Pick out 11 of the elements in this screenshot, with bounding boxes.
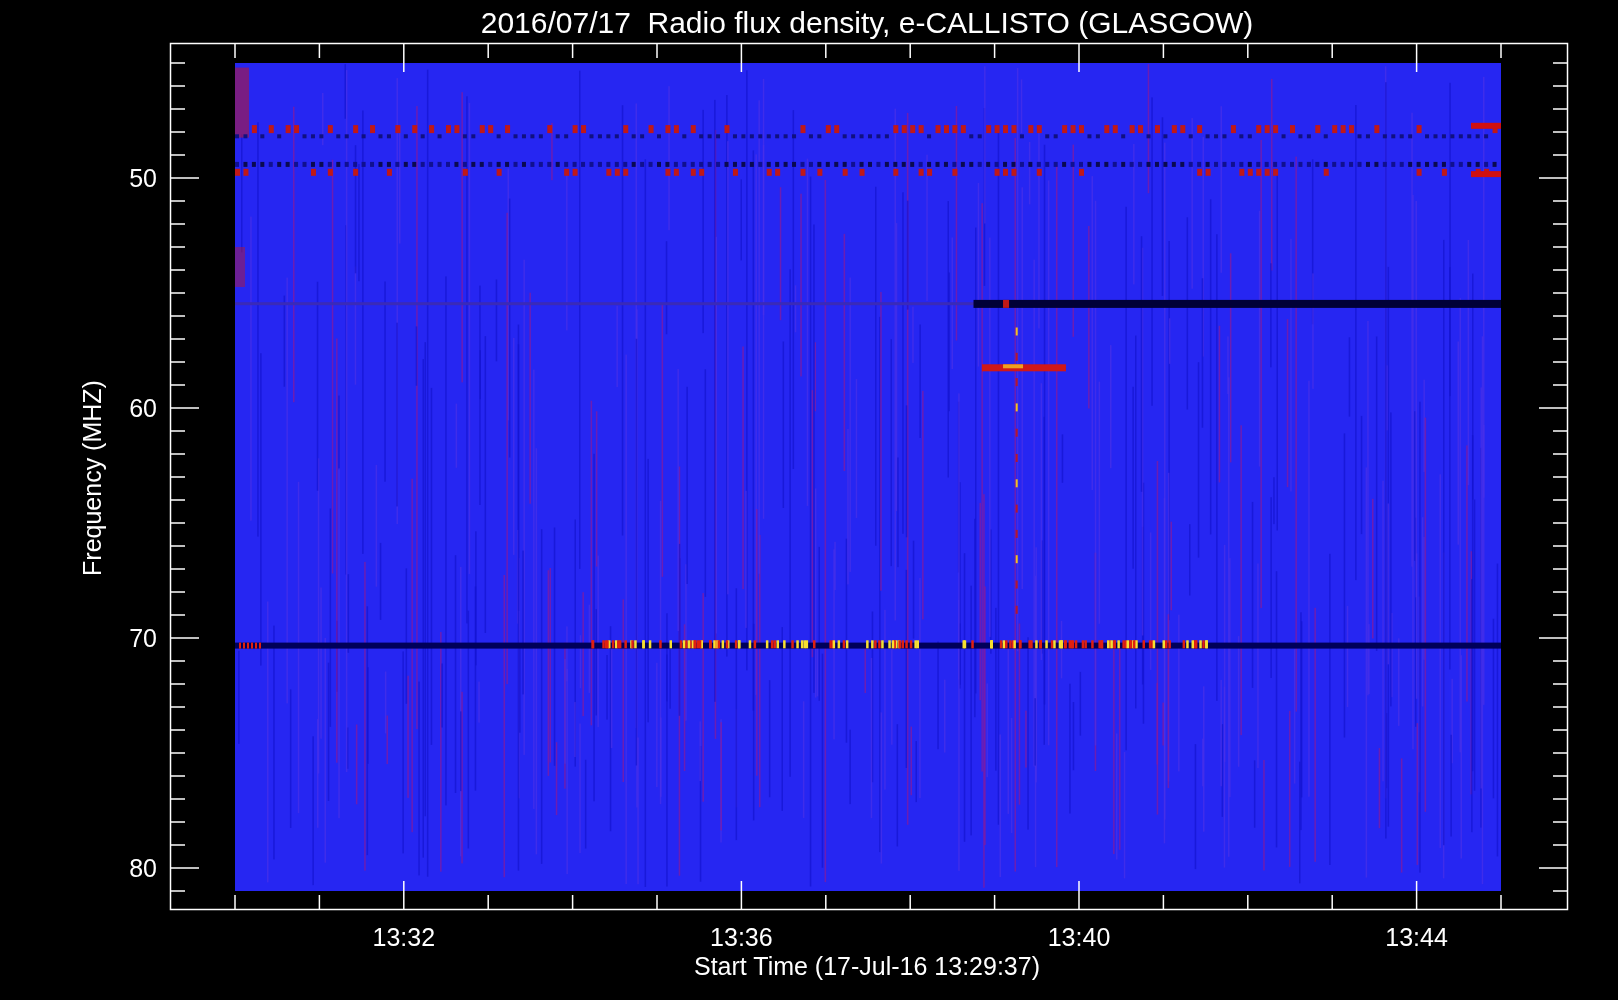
tick-label: 70 — [129, 624, 157, 652]
x-axis-label: Start Time (17-Jul-16 13:29:37) — [694, 952, 1040, 980]
tick-label: 13:44 — [1385, 923, 1448, 951]
tick-label: 13:40 — [1047, 923, 1111, 951]
tick-label: 80 — [129, 854, 157, 882]
tick-label: 13:36 — [710, 923, 773, 951]
chart-title: 2016/07/17 Radio flux density, e-CALLISTO (GLASGOW) — [480, 6, 1254, 39]
tick-label: 13:32 — [372, 923, 436, 951]
tick-label: 50 — [129, 164, 157, 192]
tick-label: 60 — [129, 394, 157, 422]
y-axis-label: Frequency (MHZ) — [78, 380, 106, 576]
